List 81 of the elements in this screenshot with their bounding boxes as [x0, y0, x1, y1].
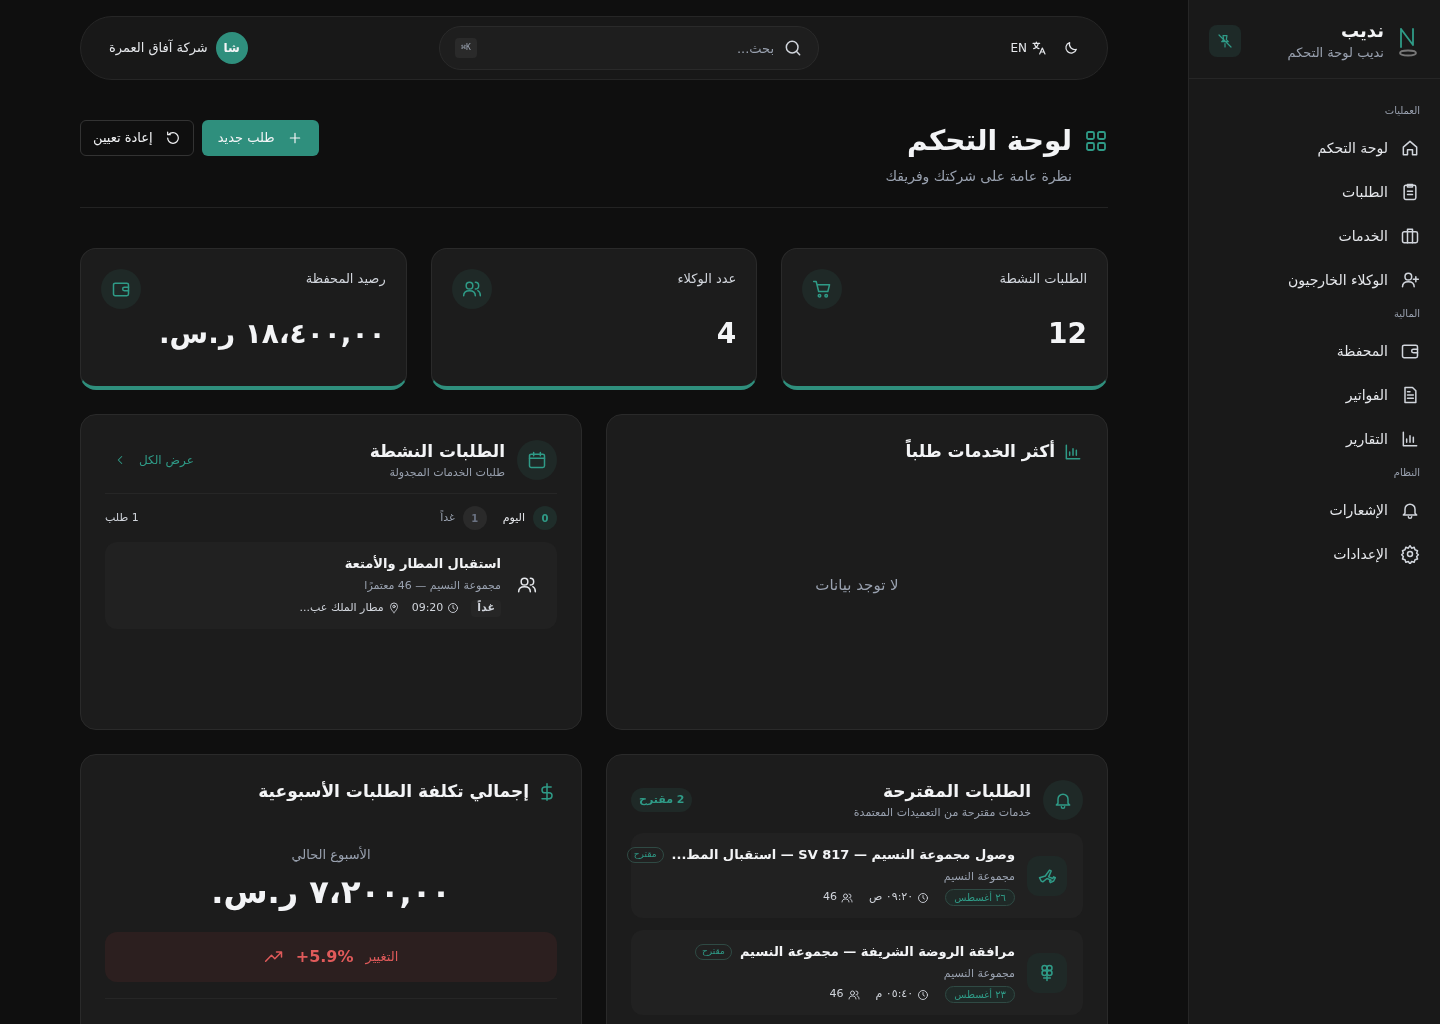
- dashboard-icon: [1084, 129, 1108, 153]
- date-badge: ٢٦ أغسطس: [945, 889, 1015, 906]
- sidebar-item[interactable]: لوحة التحكم: [1209, 126, 1420, 170]
- users-icon: [461, 279, 482, 299]
- stat-label: عدد الوكلاء: [677, 270, 737, 289]
- section-heading: النظام: [1392, 466, 1420, 480]
- sidebar-item[interactable]: الإشعارات: [1209, 488, 1420, 532]
- stat-label: رصيد المحفظة: [305, 270, 386, 289]
- clock-icon: [917, 988, 930, 1001]
- sidebar-item[interactable]: المحفظة: [1209, 329, 1420, 373]
- users-icon: [847, 988, 860, 1001]
- sidebar-item[interactable]: التقارير: [1209, 417, 1420, 461]
- company-name: شركة آفاق العمرة: [109, 38, 208, 58]
- suggestion-count-badge: 2 مقترح: [631, 787, 693, 813]
- brand-subtitle: نديب لوحة التحكم: [1286, 43, 1384, 62]
- language-button[interactable]: EN: [1010, 39, 1047, 57]
- wallet-icon: [111, 279, 131, 299]
- request-time: 09:20: [411, 600, 444, 616]
- translate-icon: [1031, 40, 1047, 56]
- moon-icon: [1063, 40, 1079, 56]
- sidebar-item[interactable]: الطلبات: [1209, 170, 1420, 214]
- request-title: استقبال المطار والأمتعة: [343, 554, 501, 573]
- clock-icon: [917, 891, 930, 904]
- sidebar-item[interactable]: الإعدادات: [1209, 532, 1420, 576]
- card-subtitle: طلبات الخدمات المجدولة: [388, 464, 505, 481]
- home-icon: [1400, 138, 1420, 158]
- users-icon: [841, 891, 854, 904]
- suggestion-title: مرافقة الروضة الشريفة — مجموعة النسيم: [739, 943, 1015, 961]
- settings-icon: [1400, 544, 1420, 564]
- new-request-button[interactable]: طلب جديد: [201, 120, 319, 156]
- user-plus-icon: [1400, 270, 1420, 290]
- company-avatar[interactable]: شا: [215, 32, 248, 64]
- card-subtitle: خدمات مقترحة من التعميدات المعتمدة: [853, 804, 1031, 821]
- page-subtitle: نظرة عامة على شركتك وفريقك: [885, 167, 1072, 187]
- logo-icon: [1396, 25, 1420, 57]
- card-title: الطلبات المقترحة: [882, 780, 1031, 804]
- stat-value: ١٨،٤٠٠,٠٠ ر.س.: [158, 316, 386, 352]
- suggestion-group: مجموعة النسيم: [695, 965, 1015, 982]
- period-label: الأسبوع الحالي: [291, 845, 371, 864]
- wallet-icon: [1400, 341, 1420, 361]
- card-title: أكثر الخدمات طلباً: [905, 439, 1055, 464]
- people-count: 46: [823, 889, 838, 906]
- suggestion-time: ٠٥:٤٠ م: [875, 986, 914, 1003]
- request-group: مجموعة النسيم — 46 معتمرًا: [299, 577, 501, 594]
- day-badge: غداً: [471, 600, 501, 617]
- empty-state-text: لا توجد بيانات: [815, 574, 899, 596]
- unpin-sidebar-button[interactable]: [1209, 25, 1241, 57]
- brand-name: نديب: [1340, 20, 1384, 43]
- clipboard-icon: [1400, 182, 1420, 202]
- view-all-link[interactable]: عرض الكل: [105, 451, 194, 469]
- stat-label: الطلبات النشطة: [999, 270, 1087, 288]
- request-count: 1 طلب: [105, 509, 139, 526]
- bar-chart-icon: [1400, 429, 1420, 449]
- date-badge: ٢٣ أغسطس: [945, 986, 1015, 1003]
- clock-icon: [447, 602, 460, 615]
- card-title: إجمالي تكلفة الطلبات الأسبوعية: [258, 780, 529, 804]
- cart-icon: [812, 279, 833, 299]
- briefcase-icon: [1400, 226, 1420, 246]
- sidebar-item[interactable]: الفواتير: [1209, 373, 1420, 417]
- sidebar-item[interactable]: الوكلاء الخارجيون: [1209, 258, 1420, 302]
- reset-button[interactable]: إعادة تعيين: [80, 120, 194, 156]
- suggestion-title: وصول مجموعة النسيم — SV 817 — استقبال المط...: [671, 846, 1015, 864]
- unpin-icon: [1217, 33, 1233, 49]
- change-label: التغيير: [365, 948, 399, 967]
- card-title: الطلبات النشطة: [369, 440, 505, 463]
- stat-value: 4: [715, 316, 737, 352]
- section-heading: العمليات: [1383, 104, 1420, 118]
- suggestion-time: ٠٩:٢٠ ص: [869, 889, 914, 906]
- request-location: مطار الملك عب...: [299, 600, 384, 616]
- people-count: 46: [829, 986, 844, 1003]
- calendar-icon: [527, 450, 547, 470]
- change-value: +5.9%: [295, 946, 354, 968]
- sidebar-item[interactable]: الخدمات: [1209, 214, 1420, 258]
- weekly-amount: ٧،٢٠٠,٠٠ ر.س.: [211, 872, 451, 913]
- section-heading: المالية: [1392, 307, 1420, 321]
- theme-toggle-button[interactable]: [1063, 40, 1079, 56]
- location-icon: [387, 602, 400, 615]
- page-title: لوحة التحكم: [907, 123, 1072, 159]
- reset-icon: [164, 130, 181, 146]
- stat-value: 12: [1047, 316, 1087, 352]
- shortcut-key: K⌘: [455, 38, 477, 58]
